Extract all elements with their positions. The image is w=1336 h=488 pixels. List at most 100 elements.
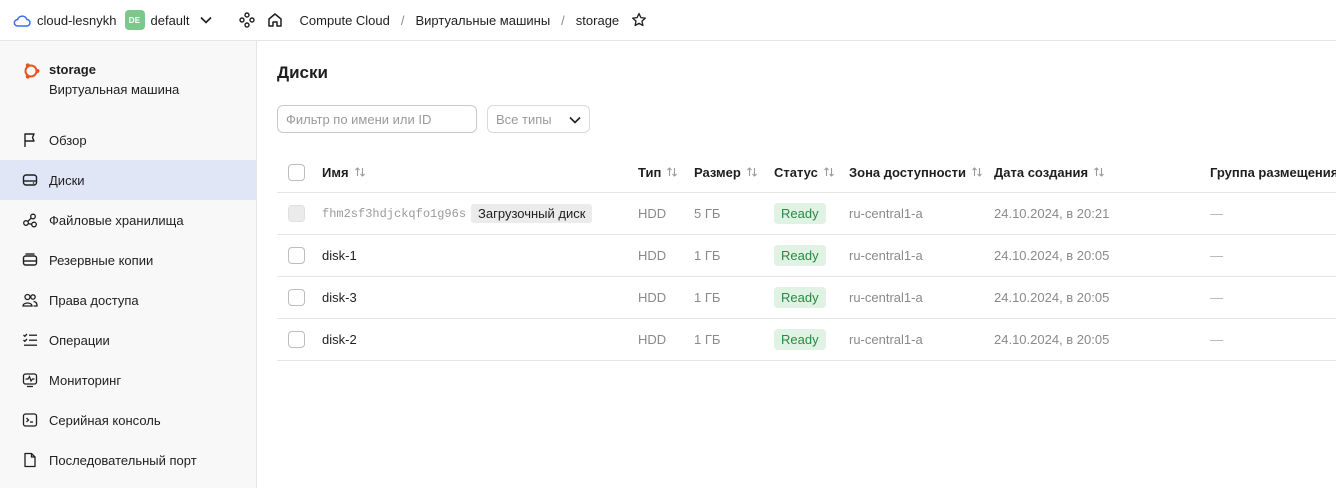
breadcrumb-virtual-machines[interactable]: Виртуальные машины — [416, 13, 551, 28]
sidebar-item-label: Файловые хранилища — [49, 212, 184, 228]
chevron-down-icon[interactable] — [199, 14, 212, 26]
sidebar-item-disks[interactable]: Диски — [0, 160, 256, 200]
disk-type: HDD — [638, 248, 667, 263]
folder-name: default — [150, 12, 190, 28]
sidebar-item-label: Резервные копии — [49, 252, 154, 268]
disk-placement: — — [1210, 332, 1223, 347]
disk-type: HDD — [638, 206, 667, 221]
cloud-selector[interactable]: cloud-lesnykh DE default — [0, 0, 238, 40]
table-row[interactable]: disk-2 HDD 1 ГБ Ready ru-central1-a 24.1… — [277, 319, 1336, 361]
sort-icon — [1093, 166, 1105, 178]
column-header-created[interactable]: Дата создания — [994, 152, 1105, 192]
disk-size: 5 ГБ — [694, 206, 721, 221]
disk-zone: ru-central1-a — [849, 290, 923, 305]
status-badge: Ready — [774, 287, 826, 308]
breadcrumb-separator: / — [561, 12, 565, 28]
column-header-placement[interactable]: Группа размещения — [1210, 152, 1336, 192]
vm-header: storage Виртуальная машина — [0, 41, 256, 121]
disk-zone: ru-central1-a — [849, 332, 923, 347]
sidebar: storage Виртуальная машина Обзор Диски Ф… — [0, 41, 257, 488]
disk-created: 24.10.2024, в 20:05 — [994, 248, 1110, 263]
row-checkbox[interactable] — [288, 247, 305, 264]
disk-created: 24.10.2024, в 20:21 — [994, 206, 1110, 221]
disk-size: 1 ГБ — [694, 332, 721, 347]
column-header-status[interactable]: Статус — [774, 152, 835, 192]
sort-icon — [746, 166, 758, 178]
column-header-type[interactable]: Тип — [638, 152, 678, 192]
disk-name[interactable]: disk-1 — [322, 235, 357, 276]
breadcrumb-compute-cloud[interactable]: Compute Cloud — [300, 13, 390, 28]
row-checkbox[interactable] — [288, 289, 305, 306]
cloud-name: cloud-lesnykh — [37, 12, 117, 28]
sidebar-nav: Обзор Диски Файловые хранилища Резервные… — [0, 120, 256, 480]
row-checkbox[interactable] — [288, 331, 305, 348]
services-icon[interactable] — [238, 11, 256, 29]
disk-type: HDD — [638, 332, 667, 347]
sort-icon — [666, 166, 678, 178]
sidebar-item-access-rights[interactable]: Права доступа — [0, 280, 256, 320]
disk-created: 24.10.2024, в 20:05 — [994, 290, 1110, 305]
table-row[interactable]: fhm2sf3hdjckqfo1g96s Загрузочный диск HD… — [277, 193, 1336, 235]
filter-input[interactable] — [277, 105, 477, 133]
sidebar-item-label: Серийная консоль — [49, 412, 161, 428]
star-icon[interactable] — [631, 12, 647, 28]
sidebar-item-overview[interactable]: Обзор — [0, 120, 256, 160]
vm-type: Виртуальная машина — [49, 82, 180, 97]
column-header-size[interactable]: Размер — [694, 152, 758, 192]
sidebar-item-label: Последовательный порт — [49, 452, 197, 468]
boot-disk-label: Загрузочный диск — [471, 204, 593, 223]
vm-name: storage — [49, 62, 96, 77]
disk-type: HDD — [638, 290, 667, 305]
table-row[interactable]: disk-3 HDD 1 ГБ Ready ru-central1-a 24.1… — [277, 277, 1336, 319]
select-all-checkbox[interactable] — [288, 163, 305, 181]
sort-icon — [823, 166, 835, 178]
status-badge: Ready — [774, 245, 826, 266]
persons-icon — [22, 292, 38, 308]
sidebar-item-label: Мониторинг — [49, 372, 122, 388]
disk-created: 24.10.2024, в 20:05 — [994, 332, 1110, 347]
sidebar-item-file-storage[interactable]: Файловые хранилища — [0, 200, 256, 240]
disk-placement: — — [1210, 248, 1223, 263]
home-icon[interactable] — [266, 11, 284, 29]
disk-icon — [22, 172, 38, 188]
sidebar-item-serial-console[interactable]: Серийная консоль — [0, 400, 256, 440]
list-check-icon — [22, 332, 38, 348]
terminal-icon — [22, 412, 38, 428]
table-row[interactable]: disk-1 HDD 1 ГБ Ready ru-central1-a 24.1… — [277, 235, 1336, 277]
sidebar-item-label: Операции — [49, 332, 110, 348]
chevron-down-icon — [569, 112, 581, 127]
column-header-zone[interactable]: Зона доступности — [849, 152, 983, 192]
backup-icon — [22, 252, 38, 268]
breadcrumb-separator: / — [400, 12, 405, 28]
sidebar-item-serial-port[interactable]: Последовательный порт — [0, 440, 256, 480]
row-checkbox — [288, 205, 305, 222]
column-header-name[interactable]: Имя — [322, 152, 366, 192]
folder-badge: DE — [124, 10, 145, 30]
disk-size: 1 ГБ — [694, 290, 721, 305]
breadcrumb-current: storage — [575, 12, 620, 28]
table-header: Имя Тип Размер Статус Зона доступности Д… — [277, 152, 1336, 193]
sidebar-item-operations[interactable]: Операции — [0, 320, 256, 360]
sort-icon — [971, 166, 983, 178]
disk-name[interactable]: disk-2 — [322, 319, 357, 360]
type-select[interactable]: Все типы — [487, 105, 590, 133]
disk-name-cell: fhm2sf3hdjckqfo1g96s Загрузочный диск — [322, 193, 593, 234]
disks-table: Имя Тип Размер Статус Зона доступности Д… — [277, 152, 1336, 361]
disk-name[interactable]: disk-3 — [322, 277, 357, 318]
flag-icon — [22, 132, 38, 148]
status-badge: Ready — [774, 203, 826, 224]
share-nodes-icon — [22, 212, 38, 228]
file-icon — [22, 452, 38, 468]
sort-icon — [354, 166, 366, 178]
status-badge: Ready — [774, 329, 826, 350]
disk-zone: ru-central1-a — [849, 206, 923, 221]
top-bar: cloud-lesnykh DE default Compute Cloud /… — [0, 0, 1336, 41]
disk-placement: — — [1210, 290, 1223, 305]
sidebar-item-monitoring[interactable]: Мониторинг — [0, 360, 256, 400]
cloud-icon — [13, 13, 31, 27]
disk-zone: ru-central1-a — [849, 248, 923, 263]
disk-placement: — — [1210, 206, 1223, 221]
sidebar-item-label: Права доступа — [49, 292, 139, 308]
page-title: Диски — [277, 63, 328, 82]
sidebar-item-backups[interactable]: Резервные копии — [0, 240, 256, 280]
